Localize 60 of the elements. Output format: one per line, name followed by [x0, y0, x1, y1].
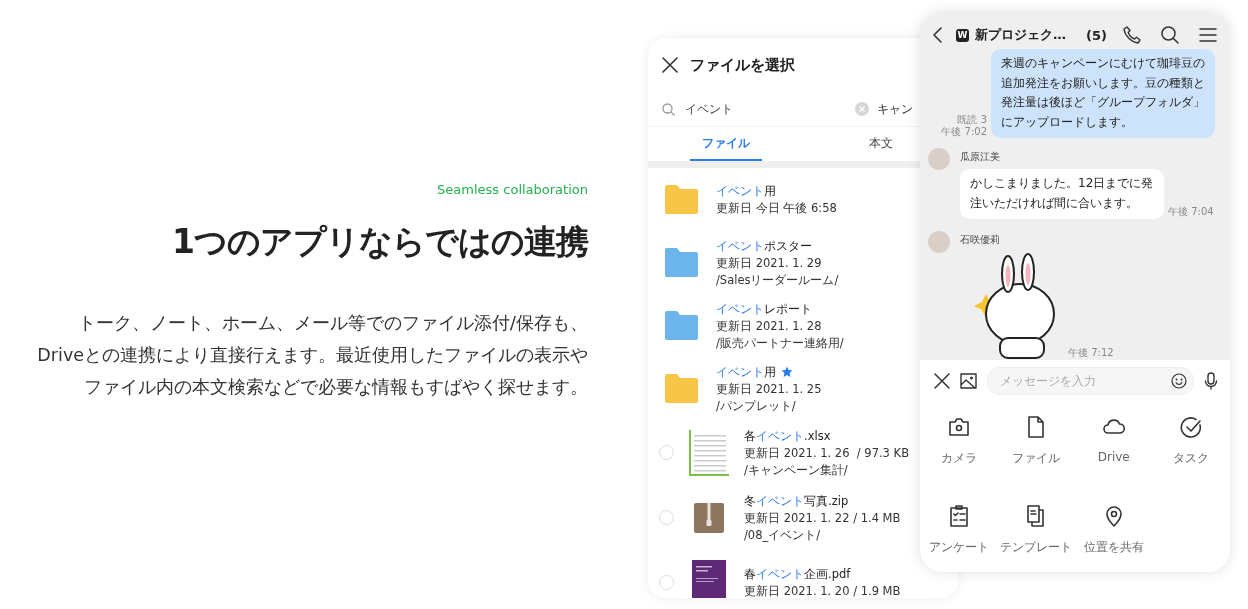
- message-time: 午後 7:04: [1168, 205, 1214, 219]
- search-icon[interactable]: [1160, 25, 1180, 45]
- attachment-option[interactable]: カメラ: [920, 414, 998, 503]
- file-name[interactable]: 冬イベント 写真.zip: [744, 491, 849, 510]
- close-icon[interactable]: [934, 373, 950, 389]
- file-name[interactable]: 各イベント.xlsx: [744, 426, 831, 445]
- avatar: [928, 148, 950, 170]
- app-logo: W: [956, 28, 969, 42]
- file-detail: /08_イベント/: [744, 526, 821, 544]
- file-detail: 更新日 2021. 1. 25: [716, 380, 822, 398]
- attachment-option[interactable]: Drive: [1075, 414, 1153, 503]
- tab[interactable]: 本文: [856, 127, 905, 161]
- file-name[interactable]: イベント 用: [716, 182, 776, 200]
- file-detail: 更新日 2021. 1. 22 / 1.4 MB: [744, 509, 901, 527]
- file-detail: 更新日 2021. 1. 26 / 97.3 KB: [744, 444, 910, 462]
- attachment-option[interactable]: アンケート: [920, 503, 998, 572]
- microphone-icon[interactable]: [1204, 372, 1218, 390]
- file-detail: 更新日 今日 午後 6:58: [716, 200, 837, 217]
- file-detail: 更新日 2021. 1. 29: [716, 254, 822, 272]
- document-thumbnail: [689, 559, 729, 598]
- search-icon: [662, 102, 675, 116]
- message-input[interactable]: メッセージを入力: [998, 373, 1171, 389]
- menu-icon[interactable]: [1198, 25, 1218, 45]
- file-name[interactable]: イベント レポート: [716, 299, 812, 318]
- sender-name: 石咲優莉: [960, 233, 1001, 247]
- file-detail: /キャンペーン集計/: [744, 461, 848, 479]
- message-time: 午後 7:12: [1068, 346, 1114, 360]
- member-count: (5): [1086, 27, 1107, 43]
- file-name[interactable]: 春イベント 企画.pdf: [744, 565, 851, 583]
- heading: 1つのアプリならではの連携: [172, 221, 588, 263]
- avatar: [928, 231, 950, 253]
- file-detail: 更新日 2021. 1. 20 / 1.9 MB: [744, 583, 901, 598]
- file-detail: /Salesリーダールーム/: [716, 271, 839, 289]
- attachment-option[interactable]: 位置を共有: [1075, 503, 1153, 572]
- message-field[interactable]: メッセージを入力: [987, 367, 1194, 395]
- read-receipt: 既読 3: [956, 114, 987, 126]
- chat-title: 新プロジェク…: [975, 26, 1066, 44]
- attachment-option[interactable]: ファイル: [997, 414, 1075, 503]
- back-icon[interactable]: [932, 26, 944, 44]
- file-name[interactable]: イベント ポスター: [716, 236, 812, 255]
- image-icon[interactable]: [960, 373, 977, 389]
- close-icon[interactable]: [662, 57, 678, 73]
- attachment-option[interactable]: タスク: [1152, 414, 1230, 503]
- file-detail: 更新日 2021. 1. 28: [716, 317, 822, 335]
- attachment-option[interactable]: テンプレート: [997, 503, 1075, 572]
- message-time: 午後 7:02: [941, 126, 987, 138]
- sender-name: 瓜原江美: [960, 150, 1001, 164]
- tagline: Seamless collaboration: [437, 182, 588, 197]
- cancel-link[interactable]: キャン: [877, 101, 913, 117]
- file-detail: /パンプレット/: [716, 397, 796, 415]
- message-bubble: かしこまりました。12日までに発注いただければ間に合います。: [960, 169, 1164, 219]
- description: トーク、ノート、ホーム、メール等でのファイル添付/保存も、 Driveとの連携により直接行えます。最近使用したファイルの表示や ファイル内の本文検索などで必要な情報もすばやく探せます。: [37, 312, 588, 399]
- emoji-icon[interactable]: [1171, 373, 1187, 389]
- search-query[interactable]: イベント: [685, 101, 855, 117]
- phone-icon[interactable]: [1122, 25, 1142, 45]
- file-name[interactable]: イベント 用: [716, 362, 776, 381]
- file-detail: /販売パートナー連絡用/: [716, 334, 844, 352]
- message-bubble: 来週のキャンペーンにむけて珈琲豆の追加発注をお願いします。豆の種類と発注量は後ほど「グループフォルダ」にアップロードします。: [991, 49, 1215, 138]
- spreadsheet-thumbnail: [689, 429, 729, 476]
- screen-title: ファイルを選択: [690, 55, 795, 75]
